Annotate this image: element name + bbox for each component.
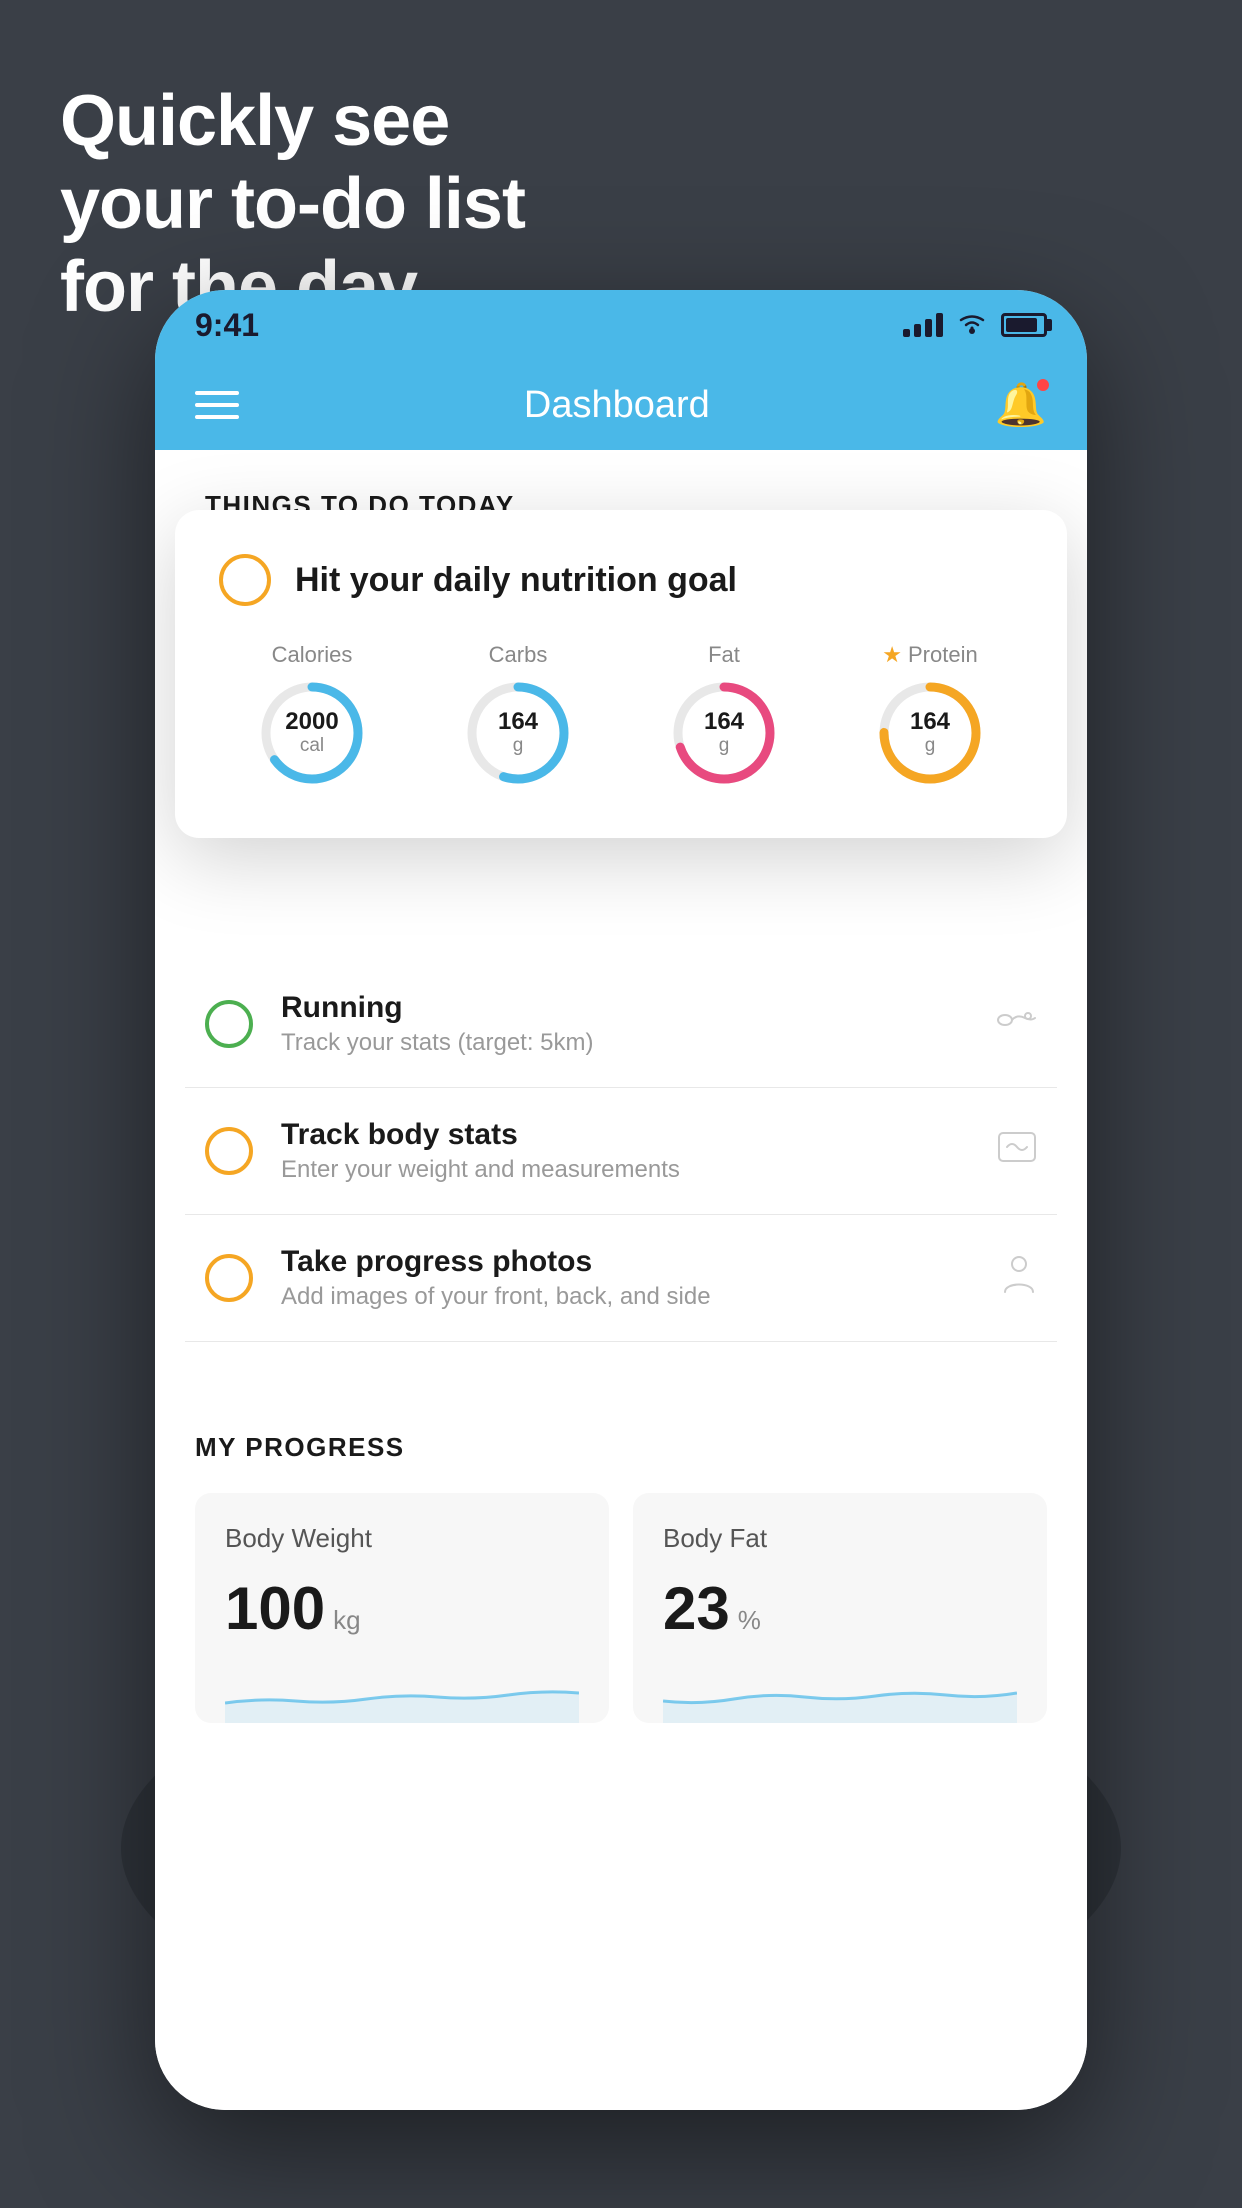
protein-label-row: ★ Protein xyxy=(882,642,977,668)
todo-body-stats-circle xyxy=(205,1127,253,1175)
todo-running[interactable]: Running Track your stats (target: 5km) xyxy=(185,961,1057,1088)
protein-label: Protein xyxy=(908,642,978,668)
carbs-unit: g xyxy=(498,735,538,757)
todo-body-stats[interactable]: Track body stats Enter your weight and m… xyxy=(185,1088,1057,1215)
body-weight-title: Body Weight xyxy=(225,1523,579,1554)
todo-running-text: Running Track your stats (target: 5km) xyxy=(281,991,969,1057)
fat-ring: 164 g xyxy=(669,678,779,788)
nutrition-card: Hit your daily nutrition goal Calories 2… xyxy=(175,510,1067,838)
body-fat-unit: % xyxy=(738,1605,761,1636)
progress-section: MY PROGRESS Body Weight 100 kg xyxy=(155,1382,1087,1753)
nutrition-card-title: Hit your daily nutrition goal xyxy=(295,561,737,600)
hamburger-menu[interactable] xyxy=(195,391,239,419)
todo-running-subtitle: Track your stats (target: 5km) xyxy=(281,1029,969,1057)
todo-photos-subtitle: Add images of your front, back, and side xyxy=(281,1283,973,1311)
protein-value: 164 xyxy=(910,709,950,735)
calories-unit: cal xyxy=(285,735,338,757)
status-bar: 9:41 xyxy=(155,290,1087,360)
status-icons xyxy=(903,309,1047,341)
nutrition-carbs: Carbs 164 g xyxy=(463,642,573,788)
calories-ring: 2000 cal xyxy=(257,678,367,788)
nutrition-calories: Calories 2000 cal xyxy=(257,642,367,788)
nav-bar: Dashboard 🔔 xyxy=(155,360,1087,450)
todo-photos-text: Take progress photos Add images of your … xyxy=(281,1245,973,1311)
todo-running-circle xyxy=(205,1000,253,1048)
body-weight-unit: kg xyxy=(333,1605,360,1636)
body-fat-card[interactable]: Body Fat 23 % xyxy=(633,1493,1047,1723)
nutrition-fat: Fat 164 g xyxy=(669,642,779,788)
person-icon xyxy=(1001,1254,1037,1303)
progress-header: MY PROGRESS xyxy=(195,1432,1047,1463)
fat-label: Fat xyxy=(708,642,740,668)
progress-cards: Body Weight 100 kg Body Fat xyxy=(195,1493,1047,1723)
status-time: 9:41 xyxy=(195,307,259,344)
nav-title: Dashboard xyxy=(524,384,710,427)
battery-icon xyxy=(1001,313,1047,337)
protein-ring: 164 g xyxy=(875,678,985,788)
body-fat-chart xyxy=(663,1663,1017,1723)
wifi-icon xyxy=(957,309,987,341)
hero-line2: your to-do list xyxy=(60,163,525,246)
running-icon xyxy=(997,1003,1037,1045)
carbs-label: Carbs xyxy=(489,642,548,668)
body-fat-value: 23 xyxy=(663,1574,730,1643)
todo-running-title: Running xyxy=(281,991,969,1025)
body-fat-value-row: 23 % xyxy=(663,1574,1017,1643)
scale-icon xyxy=(997,1129,1037,1174)
body-weight-card[interactable]: Body Weight 100 kg xyxy=(195,1493,609,1723)
calories-label: Calories xyxy=(272,642,353,668)
todo-body-stats-title: Track body stats xyxy=(281,1118,969,1152)
nutrition-check-circle[interactable] xyxy=(219,554,271,606)
fat-value: 164 xyxy=(704,709,744,735)
body-weight-chart xyxy=(225,1663,579,1723)
content-area: THINGS TO DO TODAY Hit your daily nutrit… xyxy=(155,450,1087,2110)
protein-unit: g xyxy=(910,735,950,757)
todo-photos[interactable]: Take progress photos Add images of your … xyxy=(185,1215,1057,1342)
body-weight-value-row: 100 kg xyxy=(225,1574,579,1643)
todo-list: Running Track your stats (target: 5km) T… xyxy=(155,961,1087,1342)
phone-frame: 9:41 xyxy=(155,290,1087,2110)
signal-icon xyxy=(903,313,943,337)
nutrition-protein: ★ Protein 164 g xyxy=(875,642,985,788)
body-fat-title: Body Fat xyxy=(663,1523,1017,1554)
todo-photos-title: Take progress photos xyxy=(281,1245,973,1279)
body-weight-value: 100 xyxy=(225,1574,325,1643)
calories-value: 2000 xyxy=(285,709,338,735)
carbs-ring: 164 g xyxy=(463,678,573,788)
notification-dot xyxy=(1035,377,1051,393)
nutrition-grid: Calories 2000 cal Carbs xyxy=(219,642,1023,788)
carbs-value: 164 xyxy=(498,709,538,735)
fat-unit: g xyxy=(704,735,744,757)
hero-line1: Quickly see xyxy=(60,80,525,163)
todo-body-stats-subtitle: Enter your weight and measurements xyxy=(281,1156,969,1184)
card-title-row: Hit your daily nutrition goal xyxy=(219,554,1023,606)
todo-body-stats-text: Track body stats Enter your weight and m… xyxy=(281,1118,969,1184)
star-icon: ★ xyxy=(882,642,902,668)
todo-photos-circle xyxy=(205,1254,253,1302)
notification-bell-icon[interactable]: 🔔 xyxy=(995,381,1047,430)
